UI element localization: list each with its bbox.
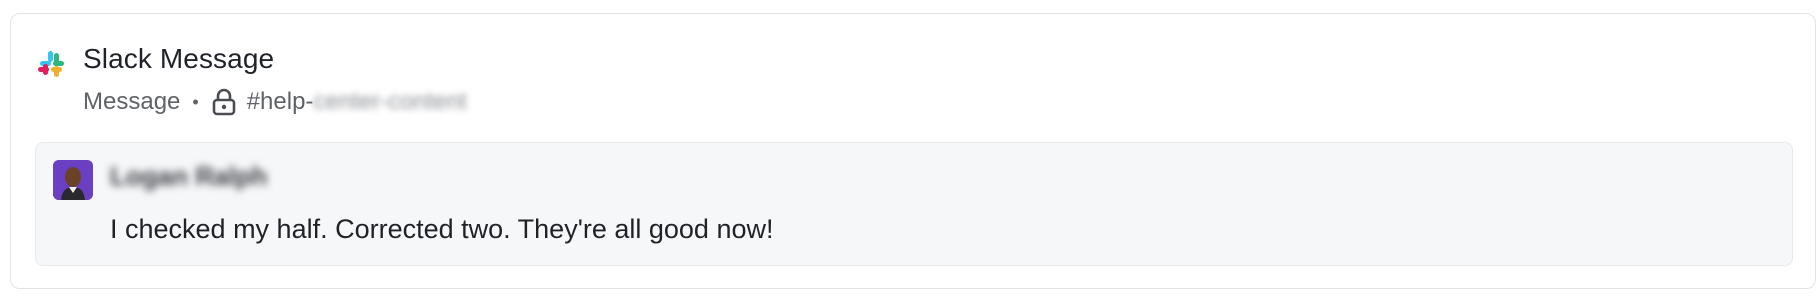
slack-message-card[interactable]: Slack Message Message • #help-center-con… (10, 13, 1816, 289)
message-author: Logan Ralph (110, 161, 268, 191)
channel-prefix: #help- (246, 88, 314, 115)
channel-name[interactable]: #help-center-content (247, 88, 467, 116)
avatar-photo (53, 160, 93, 200)
avatar-image (53, 160, 93, 200)
slack-logo-icon (38, 51, 64, 77)
card-title: Slack Message (83, 43, 275, 74)
channel-suffix: center-content (313, 88, 467, 115)
lock-icon (212, 88, 236, 116)
meta-type: Message (83, 88, 181, 115)
meta-separator: • (192, 91, 199, 112)
card-meta: Message • #help-center-content (83, 86, 467, 118)
message-text: I checked my half. Corrected two. They'r… (110, 214, 774, 244)
message-preview[interactable]: Logan Ralph I checked my half. Corrected… (35, 142, 1793, 266)
